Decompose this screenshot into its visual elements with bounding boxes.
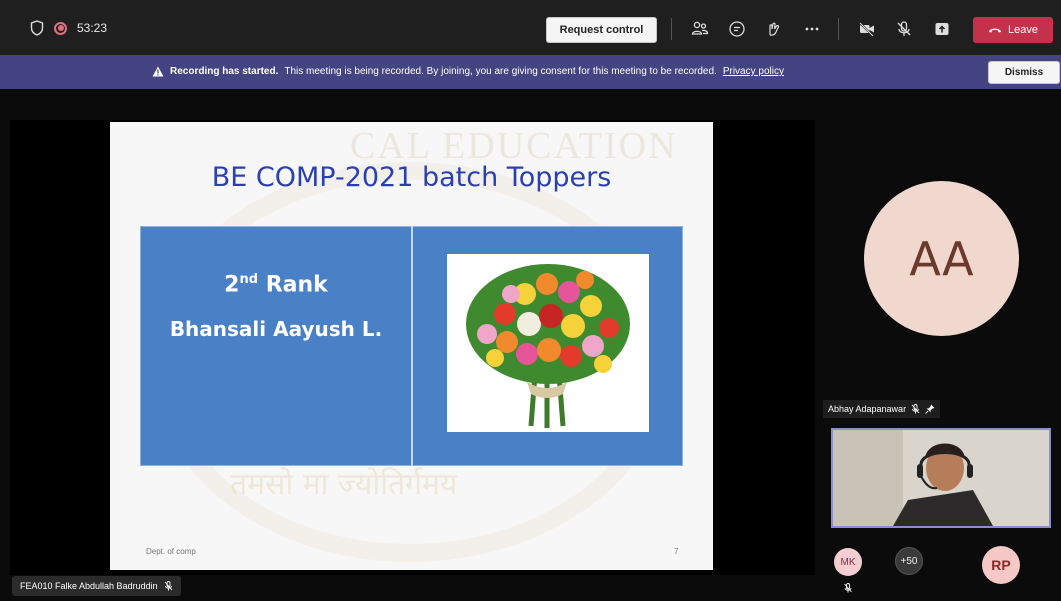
slide-title: BE COMP-2021 batch Toppers: [211, 162, 612, 193]
recording-consent-text: This meeting is being recorded. By joini…: [284, 66, 717, 77]
meeting-toolbar: 53:23 Request control Leave: [0, 0, 1061, 55]
leave-label: Leave: [1008, 24, 1038, 36]
more-options-icon[interactable]: [802, 19, 822, 39]
more-participants-badge[interactable]: +50: [895, 547, 923, 575]
camera-off-icon[interactable]: [857, 19, 877, 39]
people-icon[interactable]: [690, 19, 710, 39]
participant-video-frame: [833, 430, 1049, 526]
slide-watermark-motto: तमसो मा ज्योतिर्गमय: [230, 467, 458, 502]
shared-slide: CAL EDUCATION तमसो मा ज्योतिर्गमय BE COM…: [110, 122, 713, 570]
recording-icon: [54, 21, 67, 35]
rank-suffix: nd: [239, 272, 259, 287]
student-name: Bhansali Aayush L.: [169, 317, 383, 341]
participant-avatar-rp[interactable]: RP: [982, 546, 1020, 584]
mic-off-icon[interactable]: [894, 19, 914, 39]
toolbar-divider: [671, 18, 672, 40]
presenter-name-tag: FEA010 Falke Abdullah Badruddin: [12, 576, 181, 596]
bouquet-image: [447, 254, 649, 432]
shield-icon: [30, 20, 44, 36]
participant-video-tile[interactable]: [831, 428, 1051, 528]
warning-icon: [152, 66, 164, 77]
phone-hangup-icon: [989, 28, 1001, 33]
meeting-status: 53:23: [30, 20, 107, 36]
leave-button[interactable]: Leave: [973, 17, 1053, 43]
chat-icon[interactable]: [727, 19, 747, 39]
slide-footer: Dept. of comp: [146, 547, 196, 556]
pin-icon: [925, 404, 935, 414]
share-tray-icon[interactable]: [932, 19, 952, 39]
toolbar-divider: [838, 18, 839, 40]
mic-off-icon: [844, 583, 852, 593]
meeting-timer: 53:23: [77, 21, 108, 35]
privacy-policy-link[interactable]: Privacy policy: [723, 66, 784, 77]
table-divider: [411, 226, 413, 466]
recording-title: Recording has started.: [170, 66, 279, 77]
slide-page-number: 7: [674, 547, 679, 556]
reactions-icon[interactable]: [764, 19, 784, 39]
recording-message: Recording has started. This meeting is b…: [152, 66, 784, 77]
dismiss-button[interactable]: Dismiss: [988, 61, 1060, 84]
rank-number: 2: [224, 272, 240, 298]
presenter-name: FEA010 Falke Abdullah Badruddin: [20, 581, 158, 591]
featured-participant-name: Abhay Adapanawar: [828, 404, 907, 414]
participant-avatar-mk[interactable]: MK: [834, 548, 862, 576]
mic-off-icon: [911, 404, 920, 414]
recording-banner: Recording has started. This meeting is b…: [0, 55, 1061, 89]
featured-participant-avatar[interactable]: AA: [864, 181, 1019, 336]
featured-participant-tag: Abhay Adapanawar: [823, 400, 941, 418]
rank-label: 2nd Rank: [150, 272, 402, 297]
request-control-button[interactable]: Request control: [546, 17, 657, 43]
mic-off-icon: [164, 581, 172, 591]
rank-word: Rank: [265, 272, 328, 298]
